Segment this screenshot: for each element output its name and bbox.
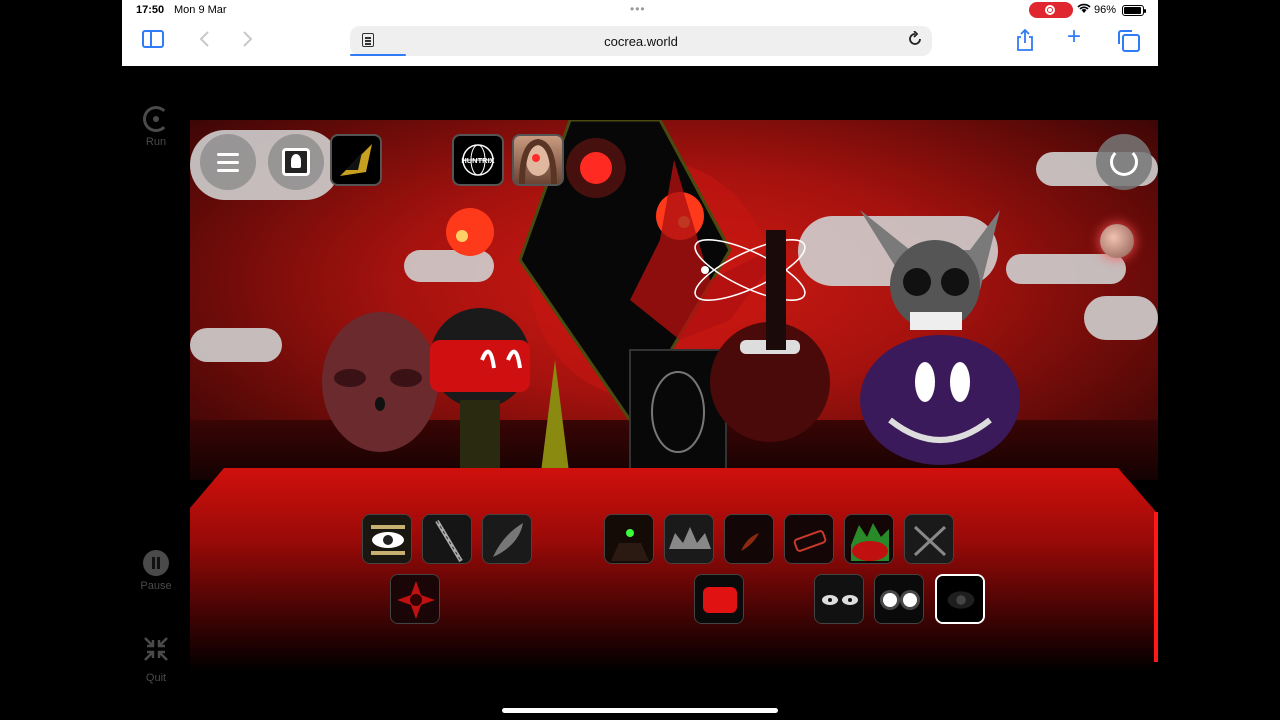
glowing-eyes-icon[interactable] [874, 574, 924, 624]
tab-overview-icon[interactable] [1118, 30, 1140, 52]
red-burst-icon[interactable] [390, 574, 440, 624]
quit-button[interactable]: Quit [136, 636, 176, 684]
reset-button[interactable] [1096, 134, 1152, 190]
browser-toolbar: cocrea.world + [122, 22, 1158, 60]
green-red-monster-icon[interactable] [844, 514, 894, 564]
orb-icon[interactable] [1100, 224, 1134, 258]
status-date: Mon 9 Mar [174, 4, 227, 16]
red-blob-icon[interactable] [694, 574, 744, 624]
address-bar[interactable]: cocrea.world [350, 26, 932, 56]
run-button[interactable]: Run [136, 106, 176, 148]
share-icon[interactable] [1016, 28, 1034, 51]
reset-icon [1110, 148, 1138, 176]
cross-icon[interactable] [904, 514, 954, 564]
gold-mod-thumbnail[interactable] [330, 134, 382, 186]
blade-icon[interactable] [422, 514, 472, 564]
pause-button[interactable]: Pause [136, 550, 176, 592]
huntrix-logo-text: HUNTRIX [461, 156, 494, 165]
eyes-pair-icon[interactable] [814, 574, 864, 624]
chevron-right-icon[interactable] [242, 30, 254, 52]
wifi-icon [1077, 3, 1091, 17]
chevron-left-icon[interactable] [198, 30, 210, 52]
battery-icon [1122, 5, 1146, 16]
pause-label: Pause [140, 580, 172, 592]
reload-icon[interactable] [907, 30, 923, 52]
sidebar-toggle-icon[interactable] [142, 30, 164, 48]
url-text[interactable]: cocrea.world [350, 34, 932, 49]
compress-icon [136, 636, 176, 668]
pause-icon [143, 550, 169, 576]
profile-frame-icon [282, 148, 310, 176]
multitasking-dots[interactable]: ••• [630, 2, 646, 16]
game-canvas[interactable]: HUNTRIX [190, 120, 1158, 672]
new-tab-icon[interactable]: + [1067, 25, 1081, 49]
photo-thumbnail[interactable] [512, 134, 564, 186]
horn-icon[interactable] [724, 514, 774, 564]
hamburger-icon [217, 153, 239, 156]
huntrix-thumbnail[interactable]: HUNTRIX [452, 134, 504, 186]
status-time: 17:50 [136, 4, 165, 16]
spikes-icon[interactable] [664, 514, 714, 564]
dark-eye-icon[interactable] [935, 574, 985, 624]
feather-icon[interactable] [482, 514, 532, 564]
load-progress-bar [350, 54, 406, 56]
tag-icon[interactable] [784, 514, 834, 564]
home-indicator[interactable] [502, 708, 778, 713]
profile-button[interactable] [268, 134, 324, 190]
sound-panel [190, 468, 1158, 672]
battery-percent: 96% [1094, 4, 1117, 16]
run-icon [143, 106, 169, 132]
quit-label: Quit [145, 672, 167, 684]
game-menu-button[interactable] [200, 134, 256, 190]
green-dot-creature-icon[interactable] [604, 514, 654, 564]
run-label: Run [145, 136, 167, 148]
screen-recording-icon[interactable] [1029, 2, 1073, 18]
browser-chrome: 17:50 Mon 9 Mar ••• 96% cocrea.world + [122, 0, 1158, 66]
eye-icon[interactable] [362, 514, 412, 564]
status-bar: 17:50 Mon 9 Mar ••• 96% [122, 0, 1158, 20]
